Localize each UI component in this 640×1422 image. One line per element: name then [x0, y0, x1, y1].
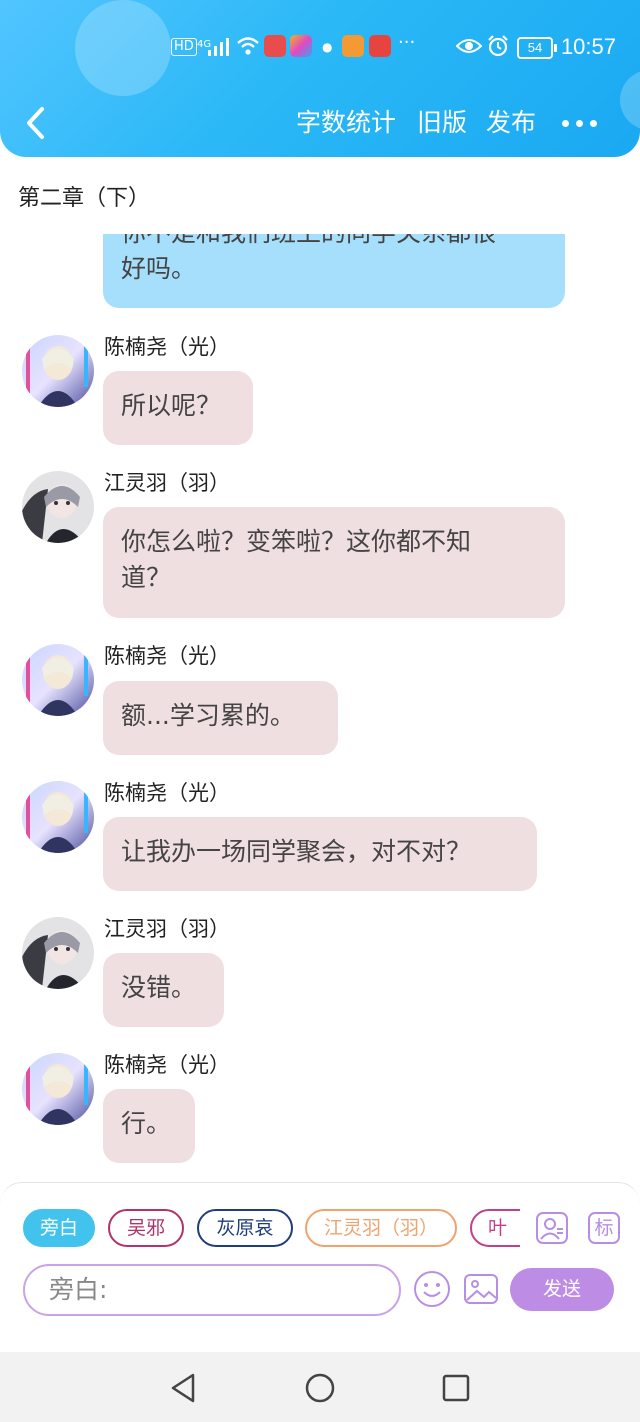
speaker-name: 陈楠尧（光） [104, 781, 230, 805]
bubble-line: 你怎么啦？变笨啦？这你都不知 [121, 527, 472, 556]
smile-icon[interactable] [413, 1270, 451, 1308]
avatar[interactable] [22, 1053, 94, 1125]
chapter-title: 第二章（下） [18, 186, 151, 211]
message-bubble[interactable]: 你怎么啦？变笨啦？这你都不知 道？ [103, 507, 565, 618]
more-notifications: ··· [398, 32, 416, 53]
chevron-left-icon[interactable] [22, 106, 50, 140]
avatar[interactable] [22, 644, 94, 716]
bubble-line: 道？ [121, 563, 172, 592]
wifi-icon [237, 37, 259, 55]
system-nav-bar [0, 1352, 640, 1422]
avatar-light-hair-icon [22, 1053, 94, 1125]
role-chip[interactable]: 江灵羽（羽） [305, 1209, 457, 1247]
publish-button[interactable]: 发布 [486, 106, 536, 140]
shop-app-icon [369, 35, 391, 57]
square-recents-icon[interactable] [440, 1372, 472, 1404]
avatar-dark-hair-icon [22, 471, 94, 543]
role-chip-narration[interactable]: 旁白 [23, 1209, 95, 1247]
word-count-button[interactable]: 字数统计 [296, 106, 396, 140]
send-button[interactable]: 发送 [510, 1268, 614, 1311]
more-dots-icon[interactable] [562, 120, 598, 128]
small-dot-icon: ● [322, 40, 333, 54]
bubble-line: 你不是和我们班上的同学关系都很 [121, 234, 547, 251]
triangle-back-icon[interactable] [168, 1372, 198, 1404]
clock: 10:57 [560, 34, 616, 59]
speaker-name: 江灵羽（羽） [104, 917, 230, 941]
avatar[interactable] [22, 471, 94, 543]
message-list[interactable]: 你不是和我们班上的同学关系都很 好吗。 陈楠尧（光） 所以呢？ 江灵羽（羽） 你… [0, 234, 640, 1184]
alarm-icon [488, 35, 508, 57]
avatar-light-hair-icon [22, 335, 94, 407]
battery-indicator: 54 [517, 37, 557, 59]
app-header: HD 4G ● ··· 54 10:57 字数统计 旧版 发布 [0, 0, 640, 157]
avatar[interactable] [22, 917, 94, 989]
message-bubble[interactable]: 行。 [103, 1089, 195, 1163]
role-chip[interactable]: 叶 [470, 1209, 520, 1247]
avatar-light-hair-icon [22, 644, 94, 716]
avatar-dark-hair-icon [22, 917, 94, 989]
status-bar: HD 4G ● ··· 54 10:57 [0, 24, 640, 70]
hd-label: HD [171, 38, 197, 56]
top-nav: 字数统计 旧版 发布 [0, 92, 640, 154]
speaker-name: 江灵羽（羽） [104, 471, 230, 495]
role-chip[interactable]: 灰原哀 [197, 1209, 293, 1247]
avatar-light-hair-icon [22, 781, 94, 853]
circle-home-icon[interactable] [304, 1372, 336, 1404]
message-bubble[interactable]: 没错。 [103, 953, 224, 1027]
person-badge-icon[interactable] [536, 1212, 568, 1244]
image-icon[interactable] [462, 1270, 500, 1308]
message-input[interactable]: 旁白: [23, 1264, 401, 1316]
speaker-name: 陈楠尧（光） [104, 335, 230, 359]
message-bubble[interactable]: 让我办一场同学聚会，对不对？ [103, 817, 537, 891]
app-notification-icon [290, 35, 312, 57]
speaker-name: 陈楠尧（光） [104, 644, 230, 668]
role-selector[interactable]: 旁白 吴邪 灰原哀 江灵羽（羽） 叶 [0, 1206, 520, 1252]
app-notification-icon [264, 35, 286, 57]
avatar[interactable] [22, 335, 94, 407]
eye-icon [456, 39, 482, 53]
message-bubble[interactable]: 额...学习累的。 [103, 681, 338, 755]
bubble-line: 好吗。 [121, 254, 197, 283]
video-app-icon [342, 35, 364, 57]
mark-button[interactable]: 标 [588, 1212, 620, 1244]
avatar[interactable] [22, 781, 94, 853]
speaker-name: 陈楠尧（光） [104, 1053, 230, 1077]
narration-bubble[interactable]: 你不是和我们班上的同学关系都很 好吗。 [103, 234, 565, 308]
signal-icon [208, 38, 229, 56]
old-version-button[interactable]: 旧版 [417, 106, 467, 140]
message-bubble[interactable]: 所以呢？ [103, 371, 253, 445]
role-chip[interactable]: 吴邪 [108, 1209, 184, 1247]
